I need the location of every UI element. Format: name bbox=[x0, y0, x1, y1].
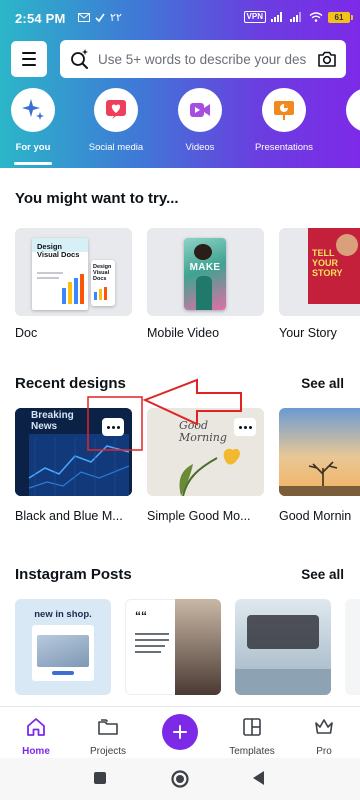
quote-thumb-photo bbox=[175, 599, 221, 695]
quote-text-line bbox=[135, 633, 169, 635]
quote-icon: ““ bbox=[135, 609, 147, 623]
instagram-card-2[interactable]: ““ bbox=[125, 599, 221, 695]
recents-icon[interactable] bbox=[93, 771, 107, 785]
create-button[interactable] bbox=[162, 714, 198, 750]
nav-projects-label: Projects bbox=[89, 746, 127, 757]
annotation-arrow bbox=[142, 378, 242, 426]
nav-home[interactable]: Home bbox=[1, 715, 71, 757]
home-circle-icon[interactable] bbox=[170, 769, 190, 789]
instagram-card-3[interactable] bbox=[235, 599, 331, 695]
quote-text-line bbox=[135, 639, 169, 641]
instagram-thumb-frame bbox=[32, 625, 94, 681]
instagram-thumb-sea bbox=[235, 669, 331, 695]
nav-projects[interactable]: Projects bbox=[73, 715, 143, 757]
instagram-card-4[interactable] bbox=[345, 599, 360, 695]
templates-icon bbox=[243, 718, 261, 736]
nav-pro[interactable]: Pro bbox=[289, 715, 359, 757]
instagram-card-1[interactable]: new in shop. bbox=[15, 599, 111, 695]
back-icon[interactable] bbox=[251, 770, 265, 786]
nav-home-label: Home bbox=[22, 746, 50, 757]
instagram-thumb-photo bbox=[37, 635, 89, 667]
instagram-thumb-text: new in shop. bbox=[34, 609, 92, 620]
plus-icon bbox=[173, 725, 187, 739]
folder-icon bbox=[98, 719, 118, 735]
crown-icon bbox=[315, 719, 333, 734]
nav-templates[interactable]: Templates bbox=[217, 715, 287, 757]
quote-text-line bbox=[135, 651, 161, 653]
instagram-see-all-link[interactable]: See all bbox=[301, 567, 344, 582]
nav-pro-label: Pro bbox=[316, 746, 332, 757]
instagram-thumb-button bbox=[52, 671, 74, 675]
nav-templates-label: Templates bbox=[229, 746, 275, 757]
system-navigation-bar bbox=[0, 758, 360, 800]
instagram-section-title: Instagram Posts bbox=[15, 566, 132, 583]
annotation-highlight-box bbox=[87, 396, 143, 451]
home-icon bbox=[27, 718, 45, 736]
quote-text-line bbox=[135, 645, 165, 647]
instagram-thumb-popup bbox=[247, 615, 319, 649]
